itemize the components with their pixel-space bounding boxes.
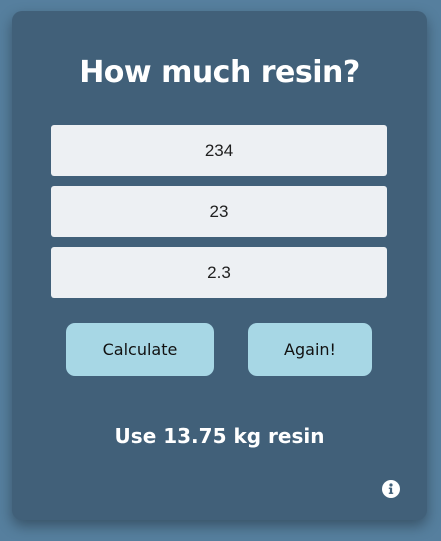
result-text: Use 13.75 kg resin xyxy=(114,424,325,448)
page-title: How much resin? xyxy=(79,55,360,90)
input-field-3[interactable] xyxy=(51,247,387,298)
calculator-card: How much resin? Calculate Again! Use 13.… xyxy=(12,11,427,520)
calculate-button[interactable]: Calculate xyxy=(66,323,214,376)
input-field-2[interactable] xyxy=(51,186,387,237)
info-icon[interactable] xyxy=(382,480,400,498)
input-field-1[interactable] xyxy=(51,125,387,176)
again-button[interactable]: Again! xyxy=(248,323,372,376)
